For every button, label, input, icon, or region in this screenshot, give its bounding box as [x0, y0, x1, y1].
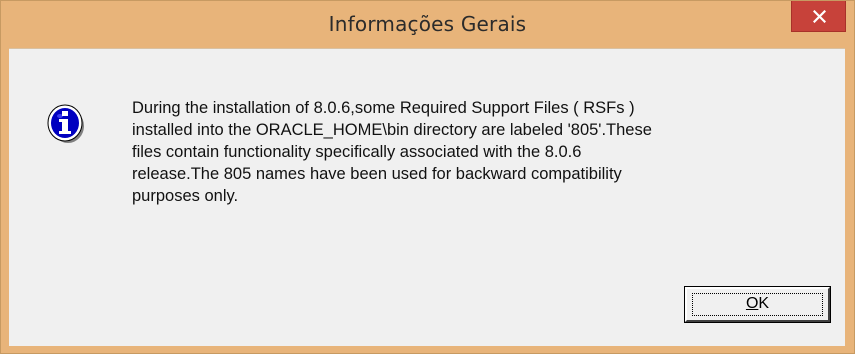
ok-button[interactable]: OK [684, 286, 831, 323]
dialog-body: During the installation of 8.0.6,some Re… [9, 48, 845, 346]
dialog-window: Informações Gerais During the installati… [0, 0, 855, 354]
ok-mnemonic: O [745, 295, 759, 312]
close-icon [813, 10, 826, 23]
close-button[interactable] [791, 1, 846, 32]
window-title: Informações Gerais [328, 12, 527, 36]
ok-button-label: OK [687, 289, 828, 320]
title-bar[interactable]: Informações Gerais [1, 1, 854, 48]
info-icon [47, 104, 84, 143]
dialog-message: During the installation of 8.0.6,some Re… [132, 99, 652, 205]
ok-label-rest: K [758, 295, 770, 312]
